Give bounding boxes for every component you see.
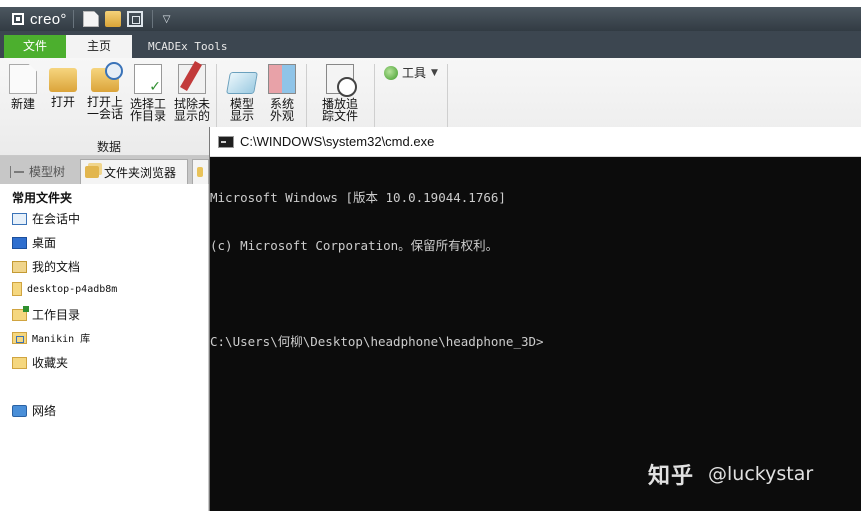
open-last-session-button[interactable]: 打开上 一会话 — [85, 62, 125, 121]
tools-label: 工具 — [402, 66, 427, 80]
cmd-icon — [218, 135, 234, 148]
model-display-label: 模型 显示 — [229, 97, 254, 123]
new-label: 新建 — [10, 97, 35, 111]
play-trail-label: 播放追 踪文件 — [321, 97, 358, 123]
open-session-icon — [91, 62, 123, 92]
folder-item-label: desktop-p4adb8m — [27, 283, 118, 295]
new-icon — [9, 64, 37, 94]
system-appearance-label: 系统 外观 — [269, 97, 294, 123]
tab-mcadex-tools[interactable]: MCADEx Tools — [148, 35, 248, 58]
play-trail-icon — [326, 64, 357, 97]
system-appearance-button[interactable]: 系统 外观 — [262, 64, 302, 122]
watermark-site: 知乎 — [648, 464, 695, 489]
tab-home[interactable]: 主页 — [66, 35, 132, 58]
window-icon[interactable] — [126, 11, 143, 27]
cmd-line: Microsoft Windows [版本 10.0.19044.1766] — [210, 190, 506, 205]
folder-item-manikin-library[interactable]: Manikin 库 — [12, 330, 90, 345]
tab-model-tree[interactable]: 模型树 — [6, 159, 76, 184]
creo-logo-mark: ° — [60, 10, 67, 28]
folder-item-computer[interactable]: desktop-p4adb8m — [12, 282, 117, 296]
session-icon — [12, 212, 27, 225]
watermark-user: @luckystar — [708, 463, 814, 485]
model-display-button[interactable]: 模型 显示 — [222, 64, 262, 122]
model-tree-icon — [10, 165, 24, 178]
folder-item-label: 桌面 — [32, 236, 57, 250]
cmd-line — [210, 286, 861, 302]
play-trail-file-button[interactable]: 播放追 踪文件 — [320, 64, 360, 122]
desktop-icon — [12, 236, 27, 249]
select-workdir-label: 选择工 作目录 — [129, 97, 166, 123]
tab-favorites[interactable] — [192, 159, 209, 184]
favorites-icon — [12, 356, 27, 369]
favorites-tab-icon — [197, 167, 203, 177]
folder-item-in-session[interactable]: 在会话中 — [12, 210, 80, 227]
tab-model-tree-label: 模型树 — [29, 165, 66, 179]
cmd-title: C:\WINDOWS\system32\cmd.exe — [240, 134, 435, 149]
model-display-icon — [226, 72, 258, 94]
folder-item-label: 我的文档 — [32, 260, 81, 274]
open-session-label: 打开上 一会话 — [86, 95, 123, 121]
quick-access-separator-2 — [151, 10, 153, 28]
open-folder-icon[interactable] — [104, 11, 121, 27]
dropdown-icon[interactable]: ▽ — [163, 14, 171, 25]
common-folders-title: 常用文件夹 — [12, 191, 73, 205]
ribbon-tabs: 文件 主页 MCADEx Tools — [0, 31, 861, 58]
folder-browser-icon — [85, 166, 99, 178]
system-appearance-icon — [268, 64, 296, 94]
cmd-line: (c) Microsoft Corporation。保留所有权利。 — [210, 238, 499, 253]
open-label: 打开 — [50, 95, 75, 109]
cmd-prompt: C:\Users\何柳\Desktop\headphone\headphone_… — [210, 334, 544, 349]
folder-item-label: Manikin 库 — [32, 334, 91, 345]
group-label-data: 数据 — [97, 140, 122, 154]
folder-item-network[interactable]: 网络 — [12, 402, 56, 419]
cmd-window[interactable]: C:\WINDOWS\system32\cmd.exe Microsoft Wi… — [209, 127, 861, 511]
tools-icon — [384, 65, 398, 80]
watermark: 知乎 @luckystar — [648, 458, 813, 490]
erase-not-displayed-button[interactable]: 拭除未 显示的 — [172, 64, 212, 122]
new-doc-icon[interactable] — [82, 11, 99, 27]
select-workdir-icon — [134, 64, 162, 95]
library-icon — [12, 331, 27, 344]
tab-folder-browser-label: 文件夹浏览器 — [104, 165, 177, 180]
cmd-title-bar[interactable]: C:\WINDOWS\system32\cmd.exe — [210, 127, 861, 157]
creo-logo: creo ° — [12, 11, 67, 28]
tab-folder-browser[interactable]: 文件夹浏览器 — [80, 159, 188, 184]
open-icon — [49, 68, 77, 92]
folder-item-favorites[interactable]: 收藏夹 — [12, 354, 68, 371]
quick-access-separator — [72, 10, 74, 28]
navigator-tabs: 模型树 文件夹浏览器 — [0, 156, 209, 184]
folder-item-label: 在会话中 — [32, 212, 81, 226]
creo-logo-text: creo — [30, 10, 61, 28]
network-icon — [12, 404, 27, 417]
erase-label: 拭除未 显示的 — [173, 97, 210, 123]
folder-item-label: 收藏夹 — [32, 356, 69, 370]
folder-icon — [12, 282, 22, 296]
folder-item-my-documents[interactable]: 我的文档 — [12, 258, 80, 275]
tools-dropdown[interactable]: 工具 ▼ — [384, 64, 438, 81]
title-bar: creo ° ▽ — [0, 7, 861, 31]
erase-icon — [178, 64, 206, 94]
folder-item-desktop[interactable]: 桌面 — [12, 234, 56, 251]
chevron-down-icon: ▼ — [431, 67, 438, 78]
folder-item-label: 网络 — [32, 404, 57, 418]
folder-item-label: 工作目录 — [32, 308, 81, 322]
new-button[interactable]: 新建 — [3, 64, 43, 110]
tab-file[interactable]: 文件 — [4, 35, 66, 58]
creo-logo-icon — [12, 13, 24, 25]
workdir-icon — [12, 305, 29, 321]
folder-browser-panel: 常用文件夹 在会话中 桌面 我的文档 desktop-p4adb8m 工作目录 … — [0, 184, 209, 511]
select-working-directory-button[interactable]: 选择工 作目录 — [128, 64, 168, 122]
open-button[interactable]: 打开 — [43, 64, 83, 108]
documents-icon — [12, 260, 27, 273]
folder-item-working-directory[interactable]: 工作目录 — [12, 305, 81, 323]
